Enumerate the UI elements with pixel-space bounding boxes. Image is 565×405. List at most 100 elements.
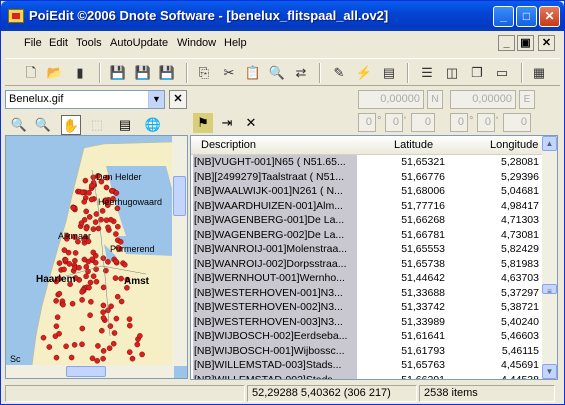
poi-marker[interactable]: [99, 327, 105, 334]
mdi-restore-button[interactable]: ▣: [517, 35, 534, 51]
map-vertical-scrollbar[interactable]: [172, 136, 187, 366]
poi-marker[interactable]: [100, 309, 106, 315]
poi-marker[interactable]: [90, 249, 97, 256]
poi-marker[interactable]: [40, 334, 47, 341]
poi-marker[interactable]: [99, 208, 106, 214]
lon-seconds-field[interactable]: 0: [503, 113, 531, 132]
poi-marker[interactable]: [56, 290, 63, 297]
poi-marker[interactable]: [103, 184, 110, 191]
poi-marker[interactable]: [92, 259, 99, 266]
menu-window[interactable]: Window: [177, 37, 216, 49]
poi-marker[interactable]: [87, 312, 93, 318]
list-scroll-thumb[interactable]: ≡: [542, 284, 557, 296]
poi-marker[interactable]: [94, 357, 100, 364]
lon-degrees-field[interactable]: 0: [450, 113, 468, 132]
scroll-down-icon[interactable]: ▼: [542, 364, 557, 379]
zoom-in-icon[interactable]: 🔍: [33, 115, 53, 135]
poi-marker[interactable]: [88, 298, 94, 305]
poi-marker[interactable]: [68, 354, 75, 361]
poi-marker[interactable]: [118, 298, 125, 305]
poi-marker[interactable]: [134, 341, 141, 348]
app-icon[interactable]: [8, 9, 24, 23]
poi-marker[interactable]: [63, 343, 69, 350]
poi-marker[interactable]: [81, 199, 87, 205]
poi-marker[interactable]: [86, 214, 93, 220]
poi-marker[interactable]: [79, 297, 85, 303]
latitude-decimal-field[interactable]: 0,00000: [358, 90, 424, 109]
import-icon[interactable]: ⇥: [217, 113, 237, 133]
poi-marker[interactable]: [93, 278, 100, 285]
poi-marker[interactable]: [79, 325, 86, 332]
marker-icon[interactable]: ▮: [70, 63, 90, 83]
map-vertical-scroll-thumb[interactable]: [173, 176, 186, 216]
poi-marker[interactable]: [90, 226, 97, 232]
arrange-icon[interactable]: ▭: [492, 63, 512, 83]
poi-marker[interactable]: [90, 273, 97, 279]
poi-marker[interactable]: [83, 273, 89, 280]
mdi-minimize-button[interactable]: _: [498, 35, 515, 51]
poi-marker[interactable]: [89, 182, 95, 189]
menu-tools[interactable]: Tools: [76, 37, 102, 49]
menu-help[interactable]: Help: [224, 37, 247, 49]
title-bar[interactable]: PoiEdit ©2006 Dnote Software - [benelux_…: [1, 1, 564, 31]
table-row[interactable]: [NB][2499279]Taalstraat ( N51... 51,66776…: [191, 169, 544, 184]
poi-marker[interactable]: [103, 217, 110, 223]
table-row[interactable]: [NB]WANROIJ-001]Molenstraa... 51,65553 5,8…: [191, 242, 544, 257]
tile-horizontal-icon[interactable]: ☰: [417, 63, 437, 83]
paste-icon[interactable]: 📋: [243, 63, 263, 83]
poi-marker[interactable]: [72, 250, 79, 256]
table-row[interactable]: [NB]WANROIJ-002]Dorpsstraa... 51,65738 5,8…: [191, 256, 544, 271]
poi-marker[interactable]: [112, 275, 119, 281]
table-row[interactable]: [NB]WERNHOUT-001]Wernho... 51,44642 4,6370…: [191, 271, 544, 286]
latitude-hemisphere[interactable]: N: [427, 90, 443, 109]
poi-marker[interactable]: [54, 314, 61, 320]
maximize-button[interactable]: □: [516, 6, 537, 27]
table-row[interactable]: [NB]WILLEMSTAD-002]Stads... 51,66291 4,445…: [191, 372, 544, 379]
poi-marker[interactable]: [71, 341, 78, 348]
lat-seconds-field[interactable]: 0: [411, 113, 435, 132]
table-row[interactable]: [NB]WILLEMSTAD-003]Stads... 51,65763 4,456…: [191, 358, 544, 373]
poi-marker[interactable]: [110, 340, 117, 347]
poi-marker[interactable]: [100, 302, 107, 309]
poi-marker[interactable]: [70, 205, 76, 211]
poi-marker[interactable]: [107, 323, 114, 329]
poi-marker[interactable]: [79, 289, 85, 295]
close-map-button[interactable]: ✕: [169, 90, 187, 109]
poi-marker[interactable]: [105, 224, 111, 231]
poi-marker[interactable]: [82, 177, 89, 184]
table-row[interactable]: [NB]WIJBOSCH-002]Eerdseba... 51,61641 5,46…: [191, 329, 544, 344]
poi-marker[interactable]: [92, 219, 99, 225]
calculator-icon[interactable]: ▦: [529, 63, 549, 83]
properties-icon[interactable]: ▤: [115, 115, 135, 135]
poi-marker[interactable]: [113, 231, 119, 237]
lon-minutes-field[interactable]: 0: [477, 113, 495, 132]
pan-icon[interactable]: ✋: [61, 115, 81, 135]
list-vertical-scrollbar[interactable]: ▲ ≡ ▼: [542, 136, 557, 379]
scroll-up-icon[interactable]: ▲: [542, 136, 557, 151]
poi-marker[interactable]: [93, 211, 100, 217]
close-button[interactable]: ✕: [539, 6, 560, 27]
longitude-decimal-field[interactable]: 0,00000: [450, 90, 516, 109]
poi-marker[interactable]: [100, 284, 107, 291]
poi-marker[interactable]: [127, 322, 133, 329]
cut-icon[interactable]: ✂: [219, 63, 239, 83]
poi-marker[interactable]: [79, 189, 86, 196]
table-row[interactable]: [NB]VUGHT-001]N65 ( N51.65... 51,65321 5,2…: [191, 155, 544, 170]
map-view[interactable]: Den Helder Heerhugowaard Alkmaar Purmere…: [5, 135, 188, 379]
map-horizontal-scroll-thumb[interactable]: [66, 366, 106, 377]
table-row[interactable]: [NB]WESTERHOVEN-003]N3... 51,33989 5,40240: [191, 314, 544, 329]
poi-marker[interactable]: [95, 343, 101, 349]
poi-marker[interactable]: [129, 355, 136, 362]
save-icon[interactable]: 💾: [108, 63, 128, 83]
poi-marker[interactable]: [113, 315, 120, 322]
chevron-down-icon[interactable]: ▼: [148, 91, 164, 108]
table-row[interactable]: [NB]WAARDHUIZEN-001]Alm... 51,77716 4,9841…: [191, 198, 544, 213]
poi-marker[interactable]: [137, 333, 143, 339]
save-all-icon[interactable]: 💾: [157, 63, 177, 83]
globe-icon[interactable]: 🌐: [143, 115, 163, 135]
table-row[interactable]: [NB]WAALWIJK-001]N261 ( N... 51,68006 5,04…: [191, 184, 544, 199]
map-selector[interactable]: Benelux.gif ▼: [5, 90, 165, 109]
menu-autoupdate[interactable]: AutoUpdate: [110, 37, 168, 49]
open-icon[interactable]: 📂: [45, 63, 65, 83]
table-row[interactable]: [NB]WESTERHOVEN-002]N3... 51,33742 5,38721: [191, 300, 544, 315]
